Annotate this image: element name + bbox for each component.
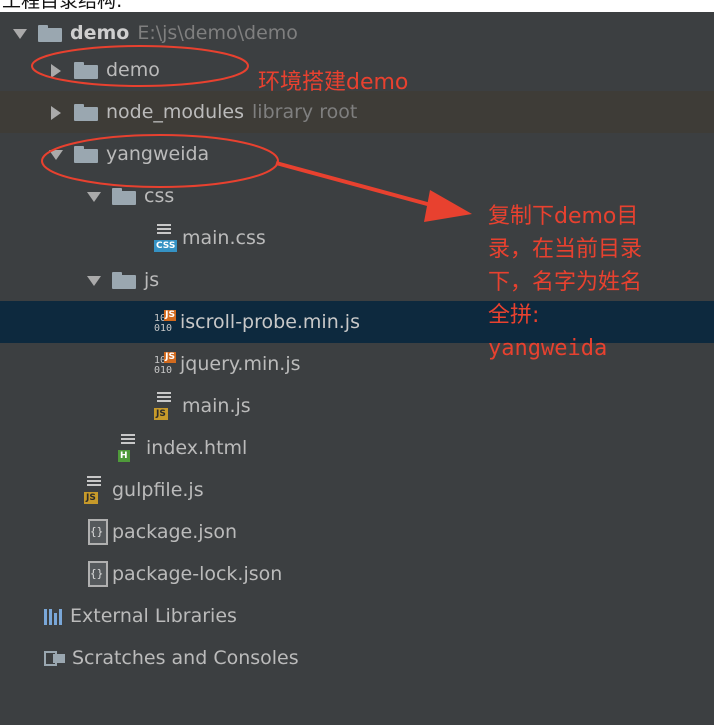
project-name: demo	[70, 22, 130, 44]
folder-icon	[74, 61, 98, 79]
tree-item-index-html[interactable]: H index.html	[0, 427, 714, 469]
tree-item-label: index.html	[146, 437, 248, 459]
css-file-icon: CSS	[154, 224, 178, 252]
tree-item-label: External Libraries	[70, 605, 237, 627]
annotation-note-line: 全拼:	[488, 303, 540, 328]
folder-icon	[112, 271, 136, 289]
project-path: E:\js\demo\demo	[137, 22, 298, 44]
html-file-icon: H	[118, 434, 140, 462]
tree-item-label: iscroll-probe.min.js	[180, 311, 360, 333]
collapsed-arrow-icon[interactable]	[48, 105, 62, 120]
folder-icon	[74, 145, 98, 163]
annotation-note-line: 录，在当前目录	[488, 237, 643, 262]
tree-item-label: jquery.min.js	[180, 353, 301, 375]
tree-item-gulpfile[interactable]: JS gulpfile.js	[0, 469, 714, 511]
tree-item-label: demo	[106, 59, 160, 81]
collapsed-arrow-icon[interactable]	[48, 63, 62, 78]
folder-icon	[112, 187, 136, 205]
tree-item-package-json[interactable]: {} package.json	[0, 511, 714, 553]
expand-arrow-icon[interactable]	[12, 26, 27, 40]
annotation-note-line: yangweida	[488, 336, 608, 361]
project-tree-panel[interactable]: demo E:\js\demo\demo demo node_modules l…	[0, 12, 714, 725]
tree-item-label: css	[144, 185, 175, 207]
page-header-text: 工程目录结构:	[2, 0, 123, 12]
tree-item-label: js	[144, 269, 160, 291]
tree-item-label: main.css	[182, 227, 266, 249]
annotation-note-line: 下，名字为姓名	[488, 270, 643, 295]
js-file-icon: JS	[84, 476, 106, 504]
folder-icon	[74, 103, 98, 121]
tree-item-label: package.json	[112, 521, 238, 543]
scratches-icon	[44, 649, 66, 667]
tree-item-label: gulpfile.js	[112, 479, 204, 501]
minified-js-icon: 10 010 JS	[154, 310, 176, 334]
tree-item-yangweida[interactable]: yangweida	[0, 133, 714, 175]
tree-item-label: node_modules	[106, 101, 245, 123]
tree-item-label: yangweida	[106, 143, 210, 165]
tree-item-package-lock-json[interactable]: {} package-lock.json	[0, 553, 714, 595]
expand-arrow-icon[interactable]	[86, 189, 101, 203]
tree-item-external-libraries[interactable]: External Libraries	[0, 595, 714, 637]
minified-js-icon: 10 010 JS	[154, 352, 176, 376]
tree-root-demo[interactable]: demo E:\js\demo\demo	[0, 12, 714, 54]
tree-item-label: Scratches and Consoles	[72, 647, 299, 669]
expand-arrow-icon[interactable]	[86, 273, 101, 287]
tree-item-scratches[interactable]: Scratches and Consoles	[0, 637, 714, 679]
annotation-note-line: 复制下demo目	[488, 204, 639, 229]
tree-item-main-js[interactable]: JS main.js	[0, 385, 714, 427]
js-file-icon: JS	[154, 392, 176, 420]
annotation-note: 复制下demo目 录，在当前目录 下，名字为姓名 全拼: yangweida	[488, 200, 714, 365]
tree-item-label: package-lock.json	[112, 563, 283, 585]
library-root-hint: library root	[252, 101, 358, 123]
expand-arrow-icon[interactable]	[48, 147, 63, 161]
json-file-icon: {}	[86, 561, 108, 587]
json-file-icon: {}	[86, 519, 108, 545]
libraries-icon	[44, 607, 64, 625]
tree-item-label: main.js	[182, 395, 251, 417]
tree-item-node-modules[interactable]: node_modules library root	[0, 91, 714, 133]
page-header-strip: 工程目录结构:	[0, 0, 714, 12]
annotation-env-label: 环境搭建demo	[258, 70, 409, 95]
folder-icon	[38, 24, 62, 42]
